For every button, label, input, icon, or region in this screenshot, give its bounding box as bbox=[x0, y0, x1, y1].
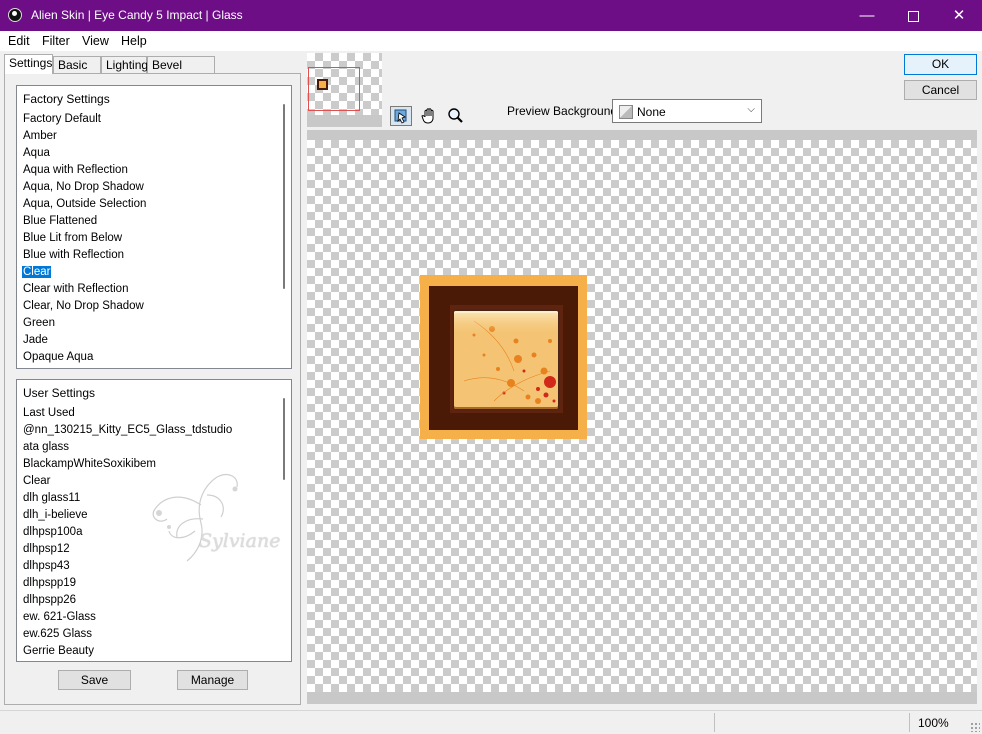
tab-lighting[interactable]: Lighting bbox=[101, 56, 148, 73]
preview-background-label: Preview Background: bbox=[507, 104, 621, 118]
window-title: Alien Skin | Eye Candy 5 Impact | Glass bbox=[31, 8, 243, 22]
list-item[interactable]: Aqua, No Drop Shadow bbox=[23, 181, 144, 193]
list-item[interactable]: ew.625 Glass bbox=[23, 628, 92, 640]
list-item[interactable]: Green bbox=[23, 317, 55, 329]
hand-icon bbox=[421, 108, 434, 124]
navigator-thumbnail[interactable] bbox=[307, 53, 382, 127]
selection-preview-tool[interactable] bbox=[390, 106, 412, 126]
list-item[interactable]: dlhpsp43 bbox=[23, 560, 70, 572]
watermark-flourish-icon bbox=[152, 474, 238, 562]
selection-preview-icon bbox=[394, 109, 407, 124]
factory-settings-header: Factory Settings bbox=[23, 92, 110, 106]
background-swatch-icon bbox=[619, 105, 633, 119]
list-item[interactable]: Aqua bbox=[23, 147, 50, 159]
navigator-viewport[interactable] bbox=[308, 67, 360, 111]
list-item[interactable]: dlhpsp12 bbox=[23, 543, 70, 555]
list-item[interactable]: dlh_i-believe bbox=[23, 509, 88, 521]
hand-tool[interactable] bbox=[419, 106, 441, 126]
preview-top-border bbox=[307, 130, 977, 140]
factory-scrollbar[interactable] bbox=[283, 104, 285, 289]
menu-bar: Edit Filter View Help bbox=[0, 31, 982, 51]
preview-background-value: None bbox=[637, 105, 666, 119]
preview-frame-inner bbox=[450, 305, 563, 413]
tab-basic[interactable]: Basic bbox=[53, 56, 101, 73]
chevron-down-icon: ⌵ bbox=[747, 104, 755, 115]
list-item[interactable]: dlhpspp19 bbox=[23, 577, 76, 589]
list-item[interactable]: Blue Flattened bbox=[23, 215, 97, 227]
status-bar: 100% bbox=[0, 710, 982, 734]
magnifier-icon bbox=[448, 108, 463, 123]
preview-frame-dark bbox=[429, 286, 578, 430]
list-item[interactable]: Jade bbox=[23, 334, 48, 346]
save-button[interactable]: Save bbox=[58, 670, 131, 690]
list-item[interactable]: dlhpspp26 bbox=[23, 594, 76, 606]
settings-panel: Factory Settings Factory Default Amber A… bbox=[4, 73, 301, 705]
preview-image bbox=[420, 275, 587, 439]
tab-bevel-profile[interactable]: Bevel Profile bbox=[147, 56, 215, 89]
list-item[interactable]: Aqua, Outside Selection bbox=[23, 198, 146, 210]
status-divider bbox=[909, 713, 910, 732]
resize-grip-icon[interactable] bbox=[970, 722, 980, 732]
list-item[interactable]: Blue with Reflection bbox=[23, 249, 124, 261]
list-item[interactable]: Amber bbox=[23, 130, 57, 142]
maximize-icon bbox=[907, 10, 919, 22]
list-item-selected[interactable]: Clear bbox=[22, 266, 52, 278]
status-divider bbox=[714, 713, 715, 732]
title-bar: Alien Skin | Eye Candy 5 Impact | Glass … bbox=[0, 0, 982, 31]
menu-help[interactable]: Help bbox=[121, 34, 147, 48]
watermark-text: Sylviane bbox=[199, 530, 281, 552]
list-item[interactable]: Last Used bbox=[23, 407, 75, 419]
menu-view[interactable]: View bbox=[82, 34, 109, 48]
list-item[interactable]: Gerrie Beauty bbox=[23, 645, 94, 657]
list-item[interactable]: dlh glass11 bbox=[23, 492, 80, 504]
preview-canvas[interactable] bbox=[307, 140, 977, 692]
preview-background-select[interactable]: None ⌵ bbox=[612, 99, 762, 123]
list-item[interactable]: ew. 621-Glass bbox=[23, 611, 96, 623]
list-item[interactable]: Aqua with Reflection bbox=[23, 164, 128, 176]
maximize-button[interactable] bbox=[890, 0, 936, 31]
list-item[interactable]: Factory Default bbox=[23, 113, 101, 125]
app-icon bbox=[8, 8, 22, 22]
list-item[interactable]: Blue Lit from Below bbox=[23, 232, 122, 244]
ok-button[interactable]: OK bbox=[904, 54, 977, 75]
list-item[interactable]: @nn_130215_Kitty_EC5_Glass_tdstudio bbox=[23, 424, 232, 436]
factory-settings-list[interactable]: Factory Settings Factory Default Amber A… bbox=[16, 85, 292, 369]
tab-settings[interactable]: Settings bbox=[4, 54, 53, 74]
list-item[interactable]: dlhpsp100a bbox=[23, 526, 82, 538]
user-settings-header: User Settings bbox=[23, 386, 96, 400]
list-item[interactable]: ata glass bbox=[23, 441, 69, 453]
manage-button[interactable]: Manage bbox=[177, 670, 248, 690]
zoom-level: 100% bbox=[918, 716, 949, 730]
preview-bottom-border bbox=[307, 692, 977, 704]
minimize-button[interactable]: — bbox=[844, 0, 890, 31]
list-item[interactable]: BlackampWhiteSoxikibem bbox=[23, 458, 156, 470]
menu-edit[interactable]: Edit bbox=[8, 34, 30, 48]
glass-effect-tile bbox=[454, 311, 558, 409]
zoom-tool[interactable] bbox=[445, 106, 467, 126]
list-item[interactable]: Clear, No Drop Shadow bbox=[23, 300, 144, 312]
list-item[interactable]: Clear bbox=[23, 475, 50, 487]
user-settings-list[interactable]: User Settings Last Used @nn_130215_Kitty… bbox=[16, 379, 292, 662]
list-item[interactable]: Clear with Reflection bbox=[23, 283, 128, 295]
cancel-button[interactable]: Cancel bbox=[904, 80, 977, 100]
list-item[interactable]: Opaque Aqua bbox=[23, 351, 93, 363]
splatter-pattern bbox=[454, 311, 558, 409]
menu-filter[interactable]: Filter bbox=[42, 34, 70, 48]
close-button[interactable]: ✕ bbox=[936, 0, 982, 31]
navigator-image bbox=[317, 79, 328, 90]
